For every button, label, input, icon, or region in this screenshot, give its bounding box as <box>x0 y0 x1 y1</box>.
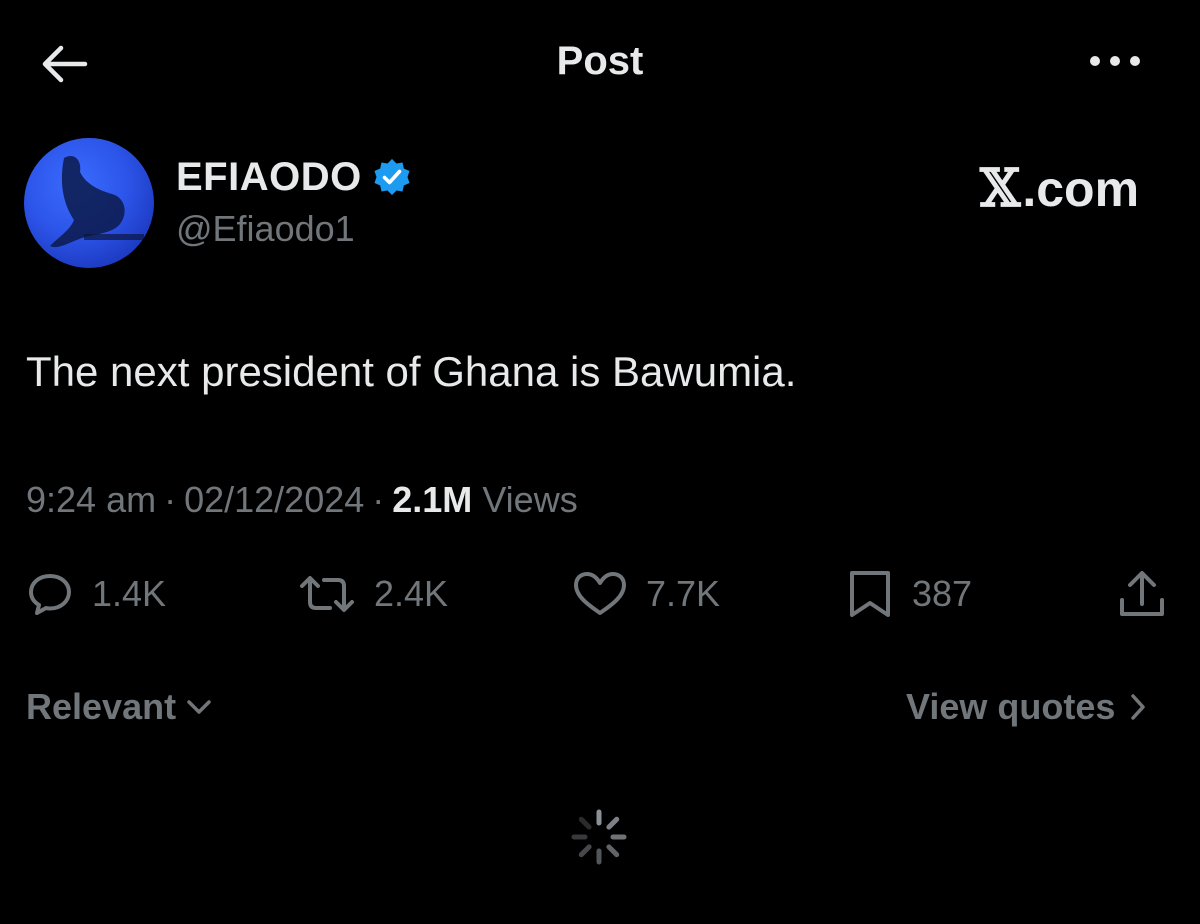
share-icon <box>1120 571 1164 616</box>
chevron-right-icon <box>1131 694 1146 720</box>
verified-badge-icon <box>374 159 410 195</box>
more-options-button[interactable] <box>1080 36 1150 86</box>
repost-icon <box>300 576 354 612</box>
like-count: 7.7K <box>646 573 721 614</box>
heart-icon <box>574 572 626 615</box>
avatar-photo <box>50 155 144 248</box>
view-quotes-link[interactable]: View quotes <box>906 686 1147 728</box>
like-button[interactable]: 7.7K <box>572 566 720 622</box>
post-text: The next president of Ghana is Bawumia. <box>26 348 797 395</box>
author-handle[interactable]: @Efiaodo1 <box>176 208 355 250</box>
x-logo-icon: 𝕏 <box>980 158 1021 219</box>
share-button[interactable] <box>1114 566 1170 622</box>
views-label: Views <box>482 479 578 520</box>
reply-button[interactable]: 1.4K <box>26 566 166 622</box>
chevron-down-icon <box>187 700 211 714</box>
bookmark-button[interactable]: 387 <box>846 566 972 622</box>
bookmark-icon <box>850 571 890 617</box>
repost-button[interactable]: 2.4K <box>298 566 448 622</box>
meta-separator: · <box>164 479 177 520</box>
post-meta: 9:24 am · 02/12/2024 · 2.1M Views <box>26 476 578 524</box>
sort-dropdown[interactable]: Relevant <box>26 686 212 728</box>
avatar[interactable] <box>24 138 154 268</box>
sort-label: Relevant <box>26 686 177 727</box>
reply-icon <box>29 574 71 615</box>
bookmark-count: 387 <box>912 573 973 614</box>
post-date[interactable]: 02/12/2024 <box>184 476 364 524</box>
reply-count: 1.4K <box>92 573 167 614</box>
meta-separator: · <box>372 479 385 520</box>
display-name[interactable]: EFIAODO <box>176 155 362 200</box>
repost-count: 2.4K <box>374 573 449 614</box>
x-com-watermark: 𝕏 .com <box>980 158 1139 219</box>
views-count[interactable]: 2.1M <box>392 476 472 524</box>
page-title: Post <box>556 39 644 83</box>
spinner-icon <box>571 809 627 865</box>
watermark-suffix: .com <box>1022 160 1140 217</box>
view-quotes-label: View quotes <box>906 686 1116 727</box>
post-time[interactable]: 9:24 am <box>26 476 156 524</box>
more-horizontal-icon <box>1090 56 1140 66</box>
author-name-row: EFIAODO <box>176 154 412 200</box>
